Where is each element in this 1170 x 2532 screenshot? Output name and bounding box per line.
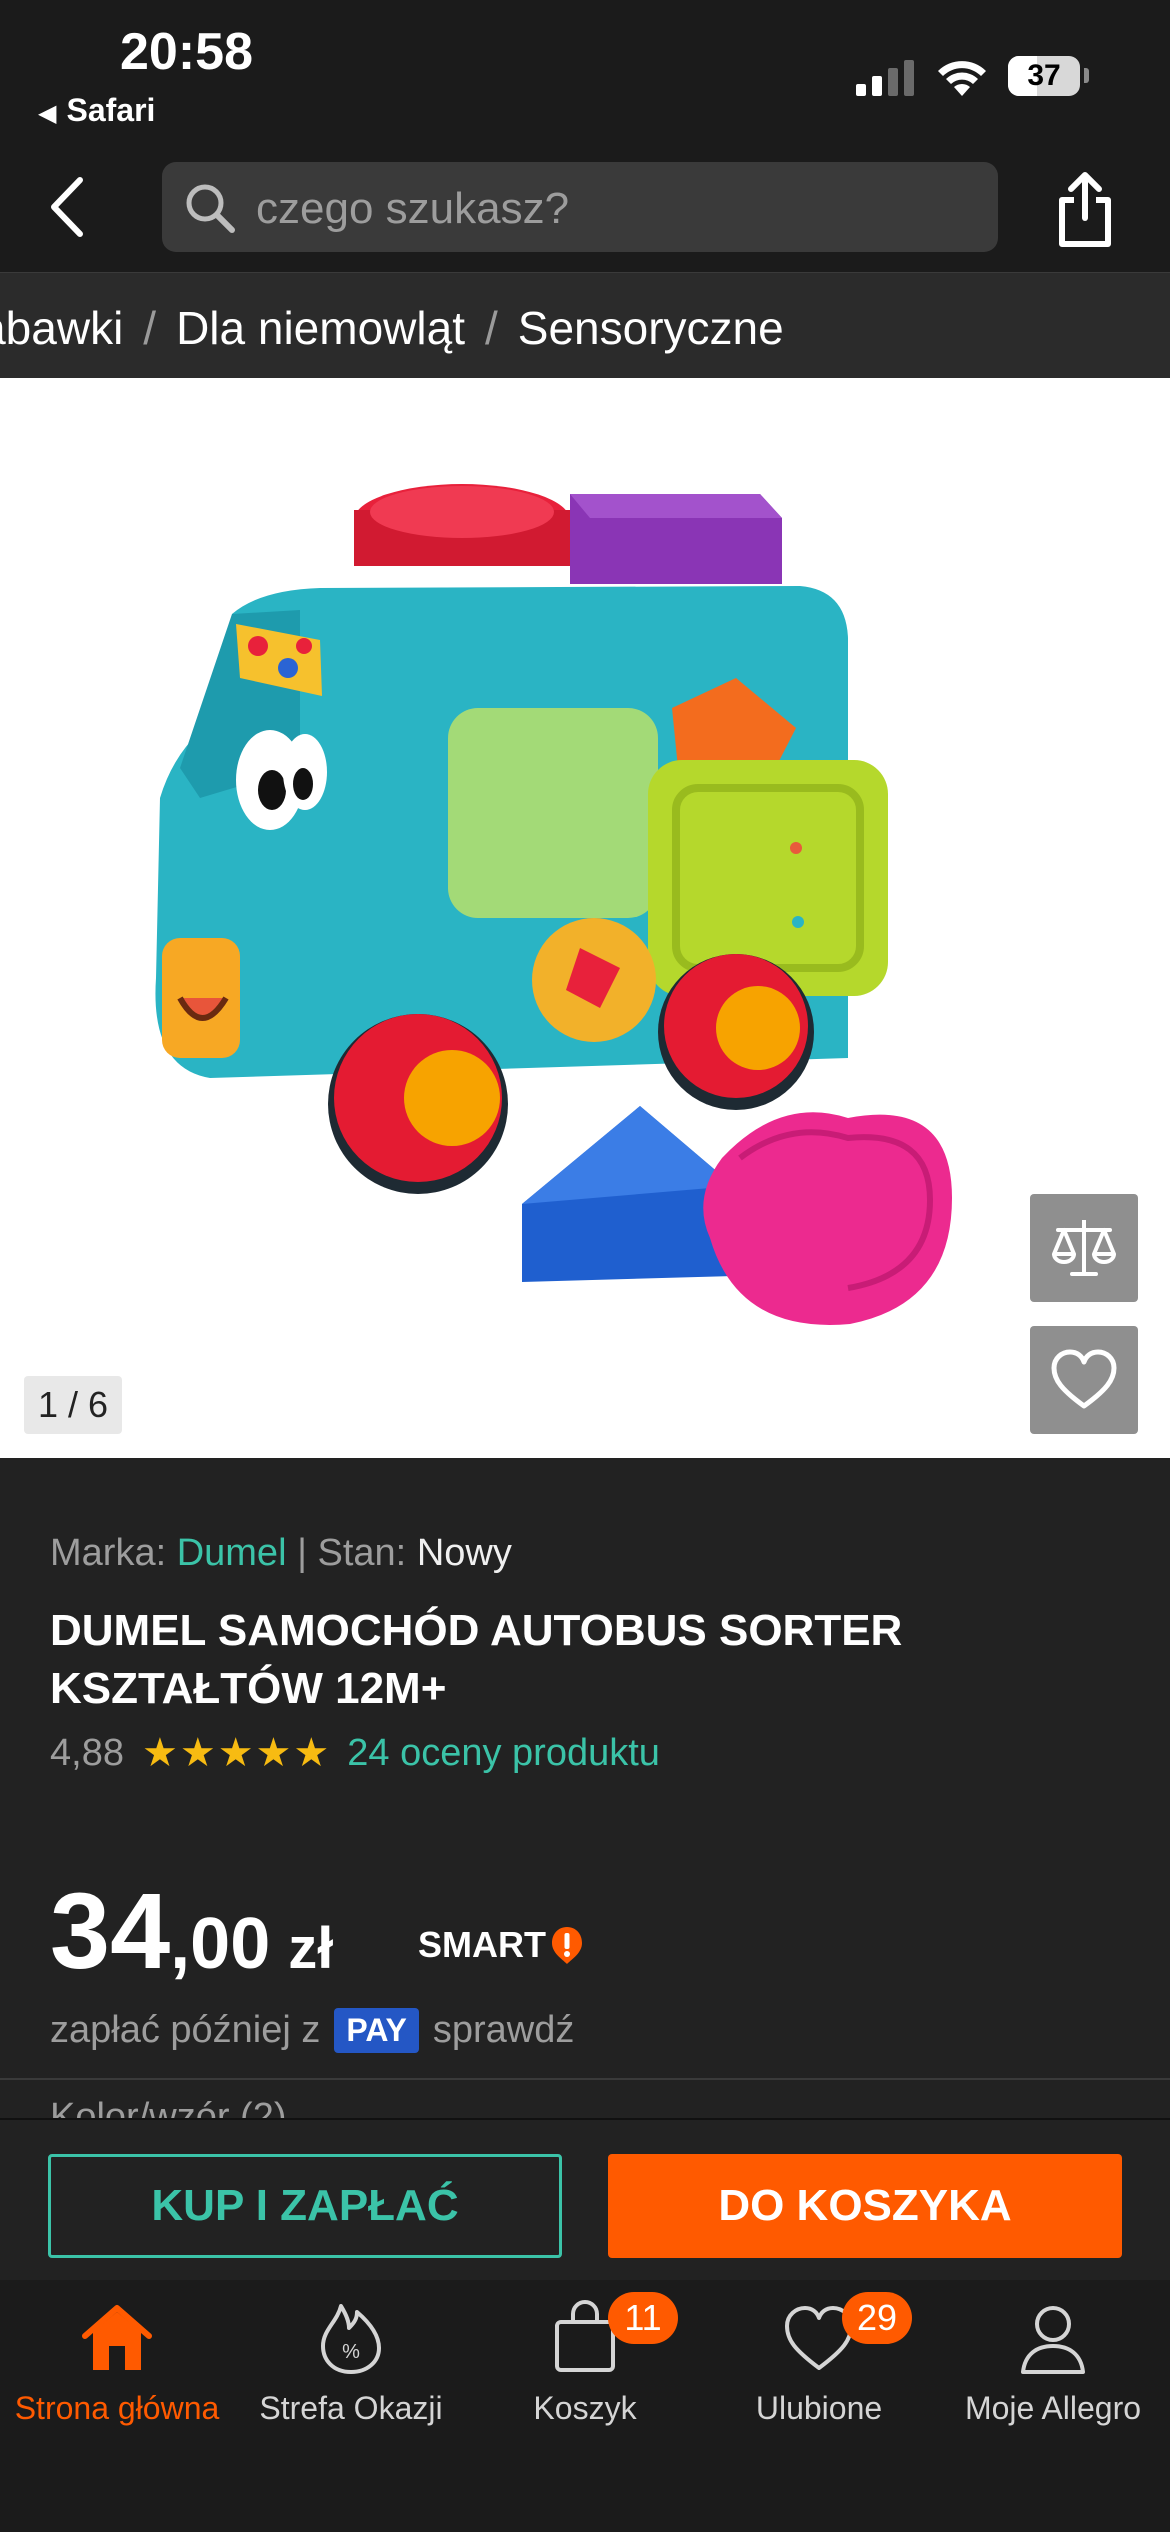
brand-link[interactable]: Dumel xyxy=(177,1532,287,1574)
smart-label: SMART xyxy=(418,1924,546,1965)
search-bar[interactable]: czego szukasz? xyxy=(162,162,998,252)
svg-text:%: % xyxy=(342,2341,360,2363)
breadcrumb-separator: / xyxy=(484,302,498,354)
smart-badge: SMART xyxy=(418,1924,584,1966)
rating-stars: ★★★★★ xyxy=(141,1731,332,1775)
pay-later-prefix: zapłać później z xyxy=(50,2009,321,2051)
tab-deals-label: Strefa Okazji xyxy=(259,2390,443,2426)
search-icon xyxy=(186,184,235,233)
add-to-cart-button[interactable]: DO KOSZYKA xyxy=(608,2154,1122,2258)
smart-exclamation-icon xyxy=(552,1927,582,1964)
state-value: Nowy xyxy=(416,1532,512,1574)
product-title: DUMEL SAMOCHÓD AUTOBUS SORTER KSZTAŁTÓW … xyxy=(50,1606,903,1713)
signal-icon xyxy=(856,60,914,96)
purchase-actions: KUP I ZAPŁAĆ DO KOSZYKA xyxy=(0,2118,1170,2282)
heart-outline-icon xyxy=(1051,1349,1117,1409)
cart-count-badge: 11 xyxy=(608,2292,678,2344)
brand-label: Marka: xyxy=(50,1532,167,1574)
favorites-count-badge: 29 xyxy=(842,2292,912,2344)
top-bar: czego szukasz? xyxy=(0,150,1170,272)
scale-compare-icon xyxy=(1052,1220,1116,1276)
tab-deals[interactable]: % Strefa Okazji xyxy=(234,2280,468,2460)
battery-indicator: 37 xyxy=(1008,56,1089,96)
breadcrumb-item-sensory[interactable]: Sensoryczne xyxy=(518,302,784,354)
product-gallery[interactable]: 1 / 6 xyxy=(0,378,1170,1458)
search-input[interactable]: czego szukasz? xyxy=(256,184,569,234)
price-currency: zł xyxy=(288,1916,334,1981)
product-image-toy-bus xyxy=(155,484,952,1325)
wifi-icon xyxy=(938,61,986,96)
pay-later-row: zapłać później z PAY sprawdź xyxy=(50,2008,574,2053)
section-divider xyxy=(0,2078,1170,2080)
breadcrumb-separator: / xyxy=(143,302,157,354)
add-to-favorites-button[interactable] xyxy=(1030,1326,1138,1434)
battery-level: 37 xyxy=(1027,59,1061,92)
reviews-link[interactable]: 24 oceny produktu xyxy=(347,1732,660,1775)
tab-home[interactable]: Strona główna xyxy=(0,2280,234,2460)
meta-separator: | xyxy=(297,1532,307,1574)
breadcrumb-item-infants[interactable]: Dla niemowląt xyxy=(176,302,465,354)
tab-favorites-label: Ulubione xyxy=(755,2390,883,2426)
pay-check-link[interactable]: sprawdź xyxy=(433,2009,575,2052)
deals-flame-icon: % xyxy=(321,2304,381,2374)
image-counter: 1 / 6 xyxy=(24,1376,122,1434)
allegro-pay-badge: PAY xyxy=(334,2008,419,2053)
price-integer: 34 xyxy=(50,1870,171,1991)
tab-my-allegro-label: Moje Allegro xyxy=(964,2390,1142,2426)
price-decimal: ,00 xyxy=(170,1904,271,1984)
brand-state-line: Marka: Dumel | Stan: Nowy xyxy=(50,1532,512,1575)
user-icon xyxy=(1021,2306,1085,2374)
back-to-safari[interactable]: ◀ Safari xyxy=(38,92,155,129)
home-icon xyxy=(82,2305,152,2370)
status-bar: 20:58 ◀ Safari 37 xyxy=(0,0,1170,150)
breadcrumb-item-toys[interactable]: Zabawki xyxy=(0,302,123,354)
back-chevron-icon[interactable] xyxy=(44,172,94,242)
rating-value: 4,88 xyxy=(50,1731,124,1774)
back-triangle-icon: ◀ xyxy=(38,100,57,127)
state-label: Stan: xyxy=(317,1532,407,1574)
buy-now-button[interactable]: KUP I ZAPŁAĆ xyxy=(48,2154,562,2258)
tab-home-label: Strona główna xyxy=(14,2390,220,2426)
product-info: Marka: Dumel | Stan: Nowy DUMEL SAMOCHÓD… xyxy=(0,1458,1170,2118)
price: 34,00 zł xyxy=(50,1868,333,1993)
rating-row[interactable]: 4,88 ★★★★★ 24 oceny produktu xyxy=(50,1730,660,1776)
compare-button[interactable] xyxy=(1030,1194,1138,1302)
tab-cart-label: Koszyk xyxy=(533,2390,637,2426)
clock: 20:58 xyxy=(120,23,253,81)
tab-my-allegro[interactable]: Moje Allegro xyxy=(936,2280,1170,2460)
tab-cart[interactable]: 11 Koszyk xyxy=(468,2280,702,2460)
back-app-label: Safari xyxy=(66,92,156,128)
share-icon[interactable] xyxy=(1054,170,1116,250)
tab-favorites[interactable]: 29 Ulubione xyxy=(702,2280,936,2460)
variant-section-label[interactable]: Kolor/wzór (2) xyxy=(50,2098,287,2118)
bottom-tab-bar: Strona główna % Strefa Okazji 11 Koszyk … xyxy=(0,2280,1170,2532)
breadcrumb: Zabawki / Dla niemowląt / Sensoryczne xyxy=(0,272,1170,379)
